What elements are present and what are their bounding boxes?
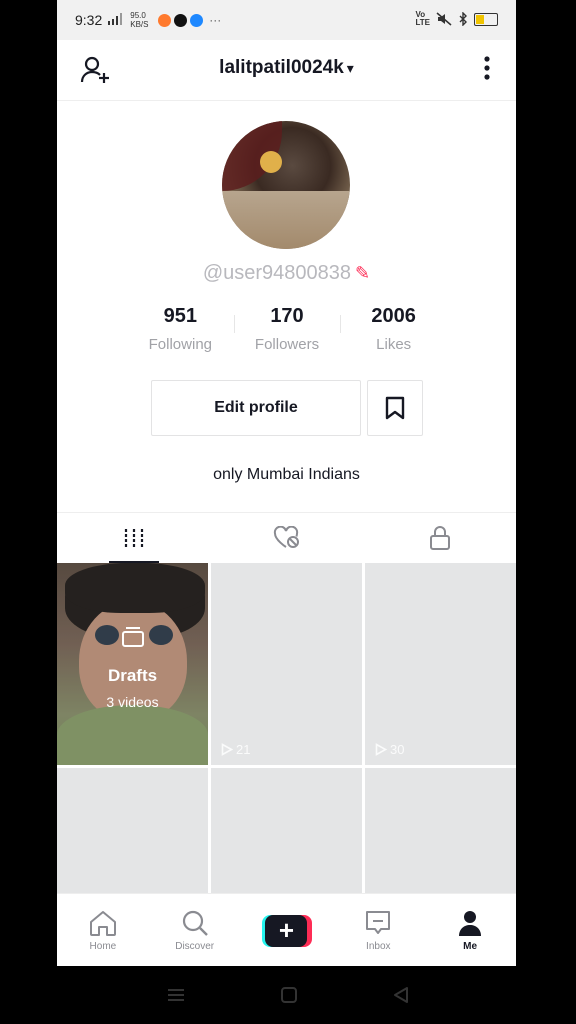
mute-icon — [436, 12, 452, 26]
more-options-icon[interactable] — [480, 54, 494, 84]
home-icon — [89, 911, 116, 936]
drafts-overlay — [57, 563, 208, 765]
drafts-icon — [122, 627, 144, 647]
bluetooth-icon — [459, 12, 467, 26]
nav-inbox[interactable]: Inbox — [332, 894, 424, 966]
avatar-photo-bell — [260, 151, 282, 173]
stat-value: 170 — [270, 305, 304, 327]
bio: only Mumbai Indians — [213, 466, 360, 483]
stat-followers[interactable]: 170 Followers — [233, 305, 341, 353]
create-plus-glyph: + — [265, 914, 308, 947]
status-bar: 9:32 95.0 KB/S ··· Vo LTE — [57, 0, 516, 40]
home-button-icon[interactable] — [281, 987, 297, 1003]
status-time: 9:32 — [75, 12, 103, 28]
signal-icon — [108, 13, 124, 27]
stat-following[interactable]: 951 Following — [127, 305, 234, 353]
system-nav-bar — [0, 966, 576, 1024]
video-tile[interactable]: 30 — [365, 563, 516, 765]
status-right: Vo LTE — [415, 11, 498, 27]
username-text: @user94800838 — [202, 262, 352, 284]
avatar-photo-ground — [222, 191, 350, 249]
tab-private[interactable] — [363, 513, 516, 563]
drafts-count: 3 videos — [106, 694, 159, 710]
view-count-value: 30 — [390, 742, 405, 757]
notification-app-icon — [158, 13, 172, 27]
battery-icon — [474, 12, 498, 26]
create-plus-icon: + — [262, 914, 313, 947]
nav-discover[interactable]: Discover — [149, 894, 241, 966]
edit-pencil-icon[interactable]: ✎ — [355, 263, 370, 283]
account-switcher[interactable]: lalitpatil0024k ▾ — [57, 57, 516, 79]
phone-screen: 9:32 95.0 KB/S ··· Vo LTE lalitpatil0024k… — [57, 0, 516, 966]
liked-private-icon — [273, 526, 299, 548]
play-icon — [221, 743, 233, 756]
stat-label: Following — [148, 336, 213, 353]
profile-icon — [459, 911, 482, 936]
profile-header: lalitpatil0024k ▾ — [57, 40, 516, 101]
stat-value: 2006 — [371, 305, 416, 327]
network-speed: 95.0 KB/S — [130, 11, 149, 29]
profile-stats: 951 Following 170 Followers 2006 Likes — [127, 305, 447, 353]
grid-icon — [124, 529, 143, 547]
tab-liked[interactable] — [210, 513, 363, 563]
nav-label: Home — [89, 941, 117, 952]
inbox-icon — [366, 911, 391, 934]
account-name: lalitpatil0024k — [219, 57, 344, 78]
view-count: 21 — [221, 742, 250, 757]
tiktok-notification-icon — [174, 13, 188, 27]
favorites-button[interactable] — [367, 380, 423, 436]
lock-icon — [429, 526, 450, 550]
edit-profile-button[interactable]: Edit profile — [151, 380, 361, 436]
drafts-label: Drafts — [107, 666, 158, 685]
bottom-nav: Home Discover + Inbox Me — [57, 893, 516, 966]
search-icon — [182, 910, 208, 936]
view-count-value: 21 — [236, 742, 251, 757]
nav-label: Inbox — [366, 941, 391, 952]
stat-likes[interactable]: 2006 Likes — [340, 305, 447, 353]
username: @user94800838 ✎ — [57, 262, 516, 285]
stat-value: 951 — [163, 305, 198, 327]
more-notifications: ··· — [209, 13, 222, 27]
nav-home[interactable]: Home — [57, 894, 149, 966]
volte-icon: Vo LTE — [415, 10, 430, 27]
recents-icon[interactable] — [167, 987, 185, 1003]
nav-label: Discover — [175, 941, 215, 952]
view-count: 30 — [375, 742, 404, 757]
tab-videos[interactable] — [57, 513, 210, 563]
chevron-down-icon: ▾ — [346, 60, 354, 76]
avatar[interactable] — [222, 121, 350, 249]
messenger-notification-icon — [190, 13, 204, 27]
nav-me[interactable]: Me — [424, 894, 516, 966]
stat-label: Likes — [376, 336, 412, 353]
play-icon — [375, 743, 387, 756]
notification-icons — [158, 13, 204, 27]
stat-label: Followers — [254, 336, 320, 353]
drafts-tile[interactable]: Drafts 3 videos — [57, 563, 208, 765]
content-tabs — [57, 512, 516, 563]
video-tile[interactable]: 21 — [211, 563, 362, 765]
back-icon[interactable] — [393, 986, 409, 1004]
nav-create[interactable]: + — [241, 894, 333, 966]
bookmark-icon — [385, 396, 405, 420]
nav-label: Me — [463, 941, 478, 952]
